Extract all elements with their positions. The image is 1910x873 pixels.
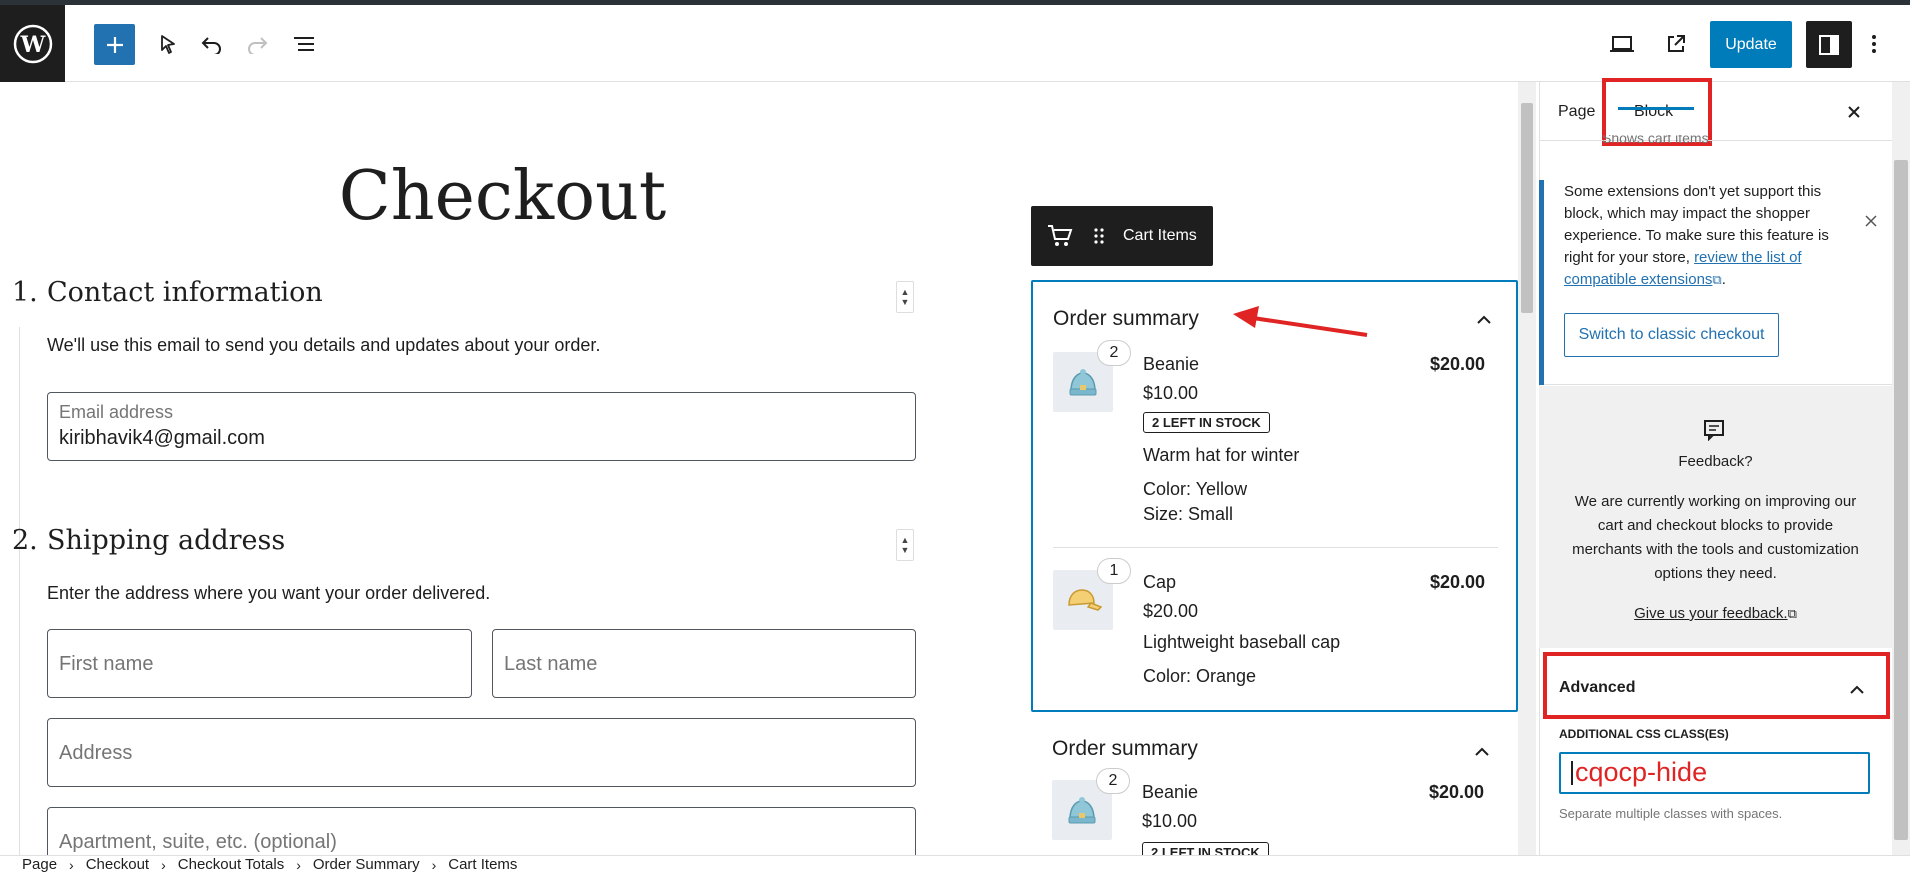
address-field[interactable]: Address (47, 718, 916, 787)
css-class-label: ADDITIONAL CSS CLASS(ES) (1559, 727, 1729, 741)
editor-scrollbar-thumb[interactable] (1521, 103, 1533, 313)
shipping-step-number: 2. (12, 525, 38, 556)
dismiss-notice-icon[interactable] (1864, 214, 1878, 233)
last-name-field[interactable]: Last name (492, 629, 916, 698)
contact-description: We'll use this email to send you details… (47, 335, 601, 355)
item-price: $10.00 (1142, 811, 1198, 831)
item-name: Beanie (1143, 354, 1200, 374)
item-price: $10.00 (1143, 383, 1199, 403)
apartment-placeholder: Apartment, suite, etc. (optional) (59, 831, 337, 853)
item-name: Cap (1143, 572, 1177, 592)
cart-icon (1047, 224, 1073, 253)
item-description: Warm hat for winter (1143, 445, 1300, 465)
notice-text: Some extensions don't yet support this b… (1564, 181, 1854, 291)
item-total: $20.00 (1430, 572, 1486, 592)
page-title: Checkout (338, 157, 667, 236)
close-icon[interactable] (1846, 104, 1862, 125)
email-label: Email address (59, 402, 174, 422)
divider (1053, 547, 1498, 548)
wordpress-logo-icon[interactable]: W (0, 5, 65, 82)
email-field[interactable]: Email address kiribhavik4@gmail.com (47, 392, 916, 461)
block-mover-shipping[interactable]: ▲ ▼ (896, 529, 914, 561)
contact-information-heading: Contact information (47, 277, 323, 308)
document-overview-icon[interactable] (292, 32, 316, 56)
breadcrumb: Page › Checkout › Checkout Totals › Orde… (0, 855, 1910, 873)
item-name: Beanie (1142, 782, 1199, 802)
update-button[interactable]: Update (1710, 21, 1792, 68)
item-price: $20.00 (1143, 601, 1199, 621)
block-inserter-button[interactable] (94, 24, 135, 65)
tab-page[interactable]: Page (1558, 103, 1595, 121)
step-line (19, 575, 20, 855)
text-cursor (1571, 761, 1573, 785)
shipping-address-heading: Shipping address (47, 525, 286, 556)
select-tool-icon[interactable] (156, 32, 180, 56)
address-placeholder: Address (59, 742, 133, 764)
give-feedback-link[interactable]: Give us your feedback. (1634, 605, 1787, 622)
switch-to-classic-checkout-button[interactable]: Switch to classic checkout (1564, 313, 1779, 357)
settings-sidebar-toggle[interactable] (1806, 21, 1852, 68)
chevron-right-icon: › (431, 856, 437, 873)
item-total: $20.00 (1430, 354, 1486, 374)
undo-icon[interactable] (200, 32, 224, 56)
contact-step-number: 1. (12, 277, 38, 308)
breadcrumb-item[interactable]: Page (22, 856, 57, 873)
breadcrumb-item[interactable]: Checkout (86, 856, 149, 873)
block-toolbar[interactable]: Cart Items (1031, 206, 1213, 266)
preview-device-icon[interactable] (1609, 32, 1635, 56)
chevron-right-icon: › (161, 856, 166, 873)
item-attribute: Color: Yellow (1143, 479, 1248, 499)
feedback-title: Feedback? (1678, 453, 1753, 470)
redo-icon[interactable] (245, 32, 269, 56)
block-mover-contact[interactable]: ▲ ▼ (896, 281, 914, 313)
block-toolbar-label: Cart Items (1123, 227, 1197, 244)
drag-handle-icon[interactable] (1093, 227, 1105, 250)
plus-icon (106, 36, 123, 53)
css-class-value: cqocp-hide (1575, 757, 1708, 787)
annotation-arrow-icon (1233, 306, 1368, 337)
item-description: Lightweight baseball cap (1143, 632, 1341, 652)
item-attribute: Color: Orange (1143, 666, 1257, 686)
stock-badge: 2 LEFT IN STOCK (1143, 412, 1270, 433)
shipping-description: Enter the address where you want your or… (47, 583, 491, 603)
item-total: $20.00 (1429, 782, 1485, 802)
breadcrumb-item[interactable]: Cart Items (448, 856, 517, 873)
block-description-clipped: Shows cart items. (1602, 135, 1713, 146)
item-quantity-badge: 1 (1097, 558, 1131, 584)
notice-accent-bar (1539, 180, 1544, 385)
first-name-field[interactable]: First name (47, 629, 472, 698)
additional-css-class-input[interactable]: cqocp-hide (1559, 752, 1870, 794)
advanced-title: Advanced (1559, 679, 1636, 696)
last-name-placeholder: Last name (504, 653, 598, 675)
external-link-icon: ⧉ (1712, 272, 1722, 287)
email-value: kiribhavik4@gmail.com (59, 427, 265, 449)
breadcrumb-item[interactable]: Order Summary (313, 856, 420, 873)
options-menu-icon[interactable] (1866, 32, 1882, 56)
feedback-text: We are currently working on improving ou… (1572, 493, 1859, 582)
item-quantity-badge: 2 (1096, 768, 1130, 794)
chevron-up-icon[interactable] (1474, 744, 1490, 762)
item-quantity-badge: 2 (1097, 340, 1131, 366)
apartment-field[interactable]: Apartment, suite, etc. (optional) (47, 807, 916, 855)
chevron-right-icon: › (69, 856, 74, 873)
svg-text:W: W (19, 32, 45, 58)
notice-end: . (1721, 271, 1726, 288)
chevron-up-icon[interactable] (1849, 682, 1865, 700)
breadcrumb-item[interactable]: Checkout Totals (178, 856, 284, 873)
sidebar-icon (1819, 34, 1839, 55)
external-link-icon: ⧉ (1787, 606, 1797, 621)
css-class-help: Separate multiple classes with spaces. (1559, 806, 1783, 821)
chevron-right-icon: › (296, 856, 301, 873)
comment-icon (1703, 419, 1725, 446)
item-attribute: Size: Small (1143, 504, 1234, 524)
feedback-link-row: Give us your feedback.⧉ (1539, 605, 1892, 622)
order-summary-title: Order summary (1052, 737, 1198, 760)
external-link-icon[interactable] (1664, 32, 1688, 56)
order-summary-title: Order summary (1053, 307, 1199, 330)
sidebar-scrollbar-thumb[interactable] (1894, 160, 1908, 840)
first-name-placeholder: First name (59, 653, 154, 675)
chevron-up-icon[interactable] (1476, 312, 1492, 330)
